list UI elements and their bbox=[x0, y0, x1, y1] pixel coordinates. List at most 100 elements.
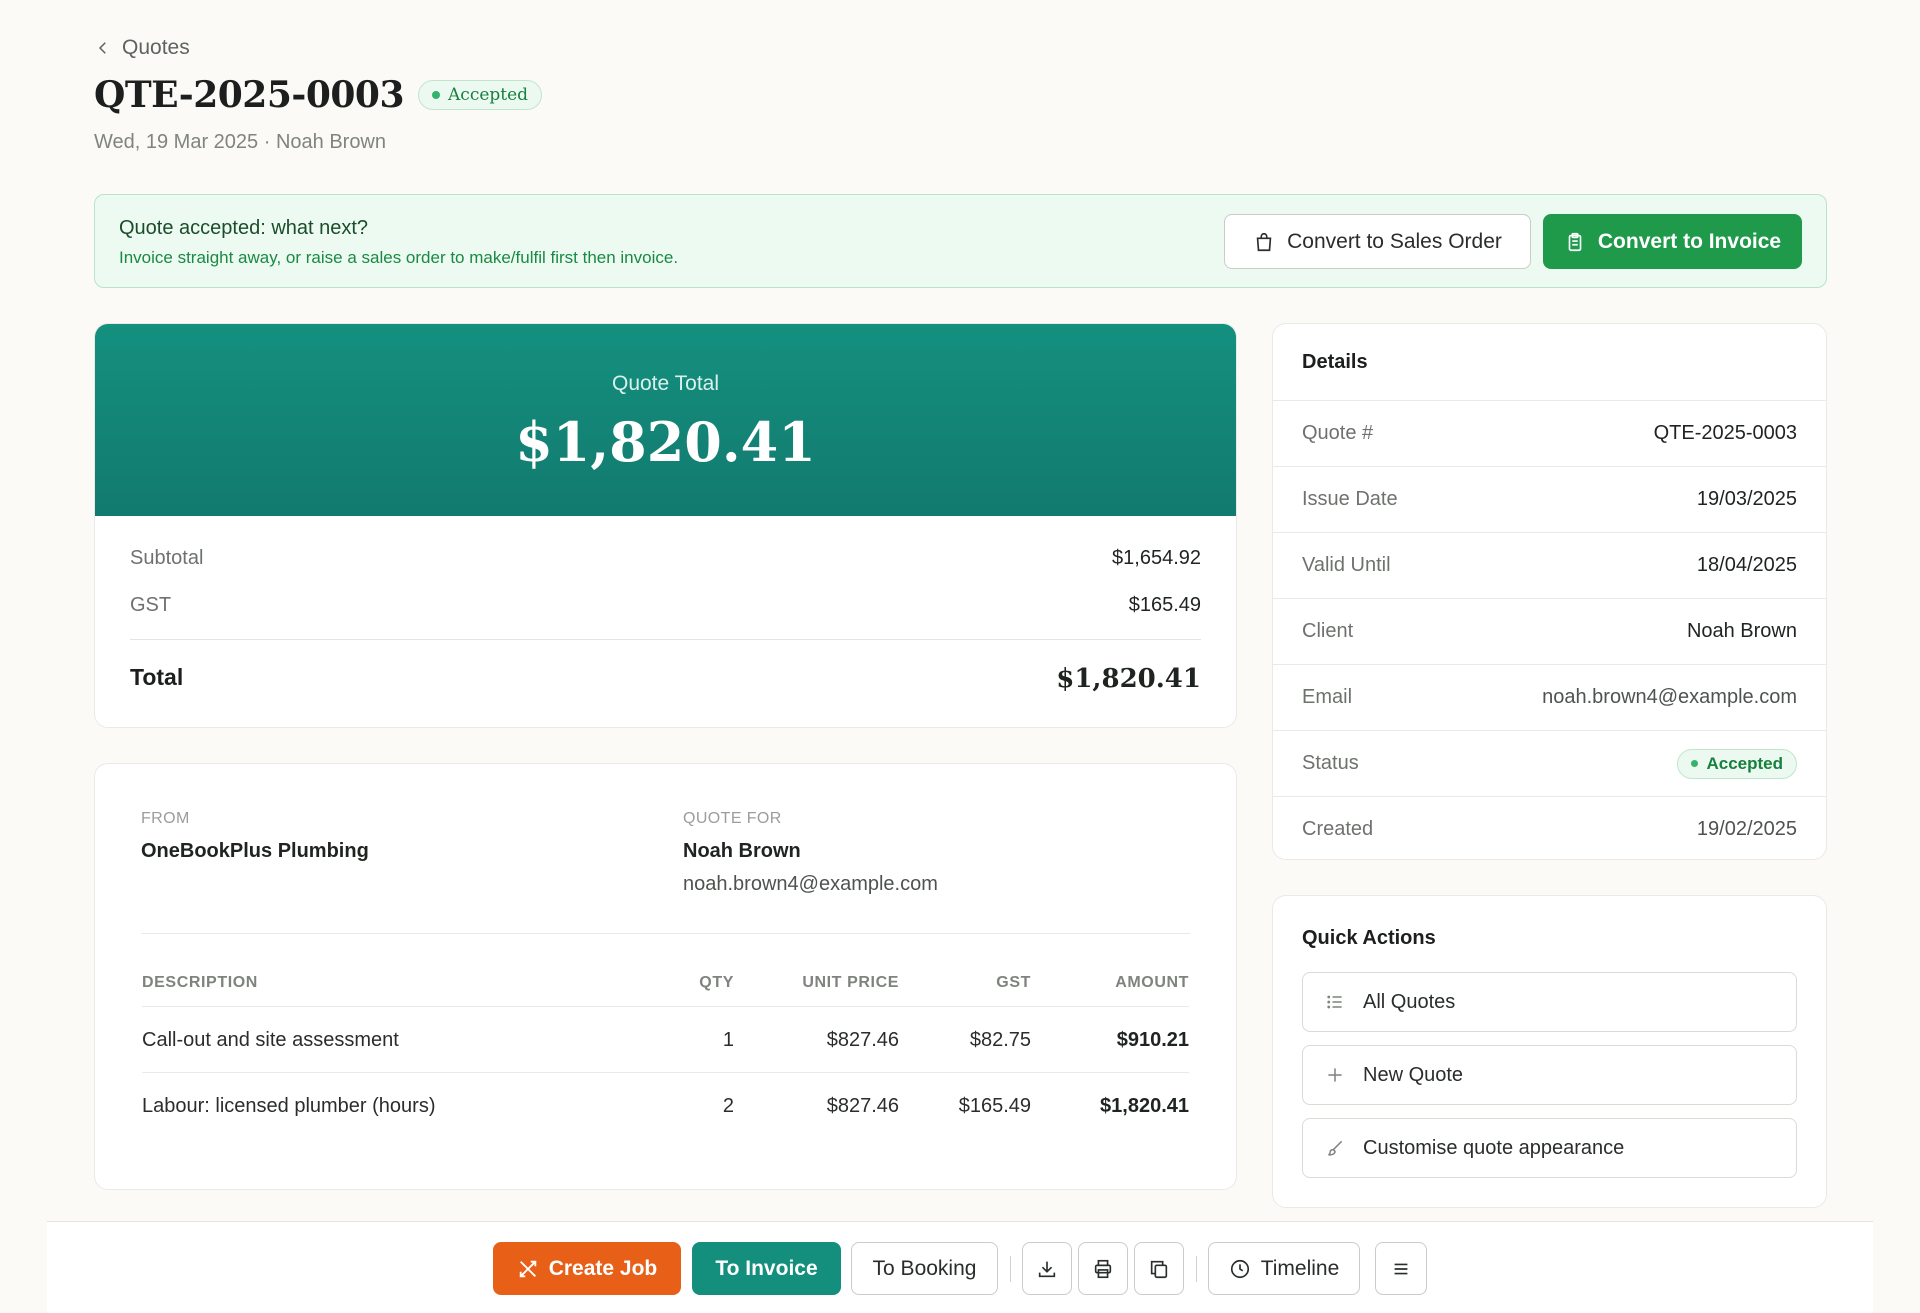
document-divider bbox=[141, 933, 1190, 934]
quote-total-hero: Quote Total $1,820.41 bbox=[95, 324, 1236, 516]
convert-to-invoice-label: Convert to Invoice bbox=[1597, 229, 1782, 253]
convert-to-invoice-button[interactable]: Convert to Invoice bbox=[1543, 214, 1802, 269]
clipboard-icon bbox=[1568, 232, 1582, 251]
to-invoice-button[interactable]: To Invoice bbox=[692, 1242, 841, 1295]
download-icon bbox=[1038, 1261, 1056, 1277]
column-header-qty: QTY bbox=[699, 974, 734, 991]
to-invoice-label: To Invoice bbox=[715, 1256, 818, 1280]
create-job-button[interactable]: Create Job bbox=[493, 1242, 681, 1295]
total-row: Total $1,820.41 bbox=[130, 664, 1201, 694]
details-title: Details bbox=[1302, 351, 1368, 373]
detail-label: Issue Date bbox=[1302, 488, 1398, 510]
detail-row-valid-until: Valid Until 18/04/2025 bbox=[1273, 532, 1826, 598]
cell-qty: 1 bbox=[722, 1029, 734, 1051]
create-job-label: Create Job bbox=[548, 1256, 658, 1280]
quote-for-party: QUOTE FOR Noah Brown noah.brown4@example… bbox=[683, 810, 938, 896]
detail-label: Email bbox=[1302, 686, 1353, 708]
gst-row: GST $165.49 bbox=[130, 594, 1201, 617]
cell-unit-price: $827.46 bbox=[826, 1095, 899, 1117]
detail-row-issue-date: Issue Date 19/03/2025 bbox=[1273, 466, 1826, 532]
customise-quote-appearance-button[interactable]: Customise quote appearance bbox=[1302, 1118, 1797, 1178]
detail-label: Valid Until bbox=[1302, 554, 1391, 576]
cell-gst: $165.49 bbox=[958, 1095, 1031, 1117]
cell-amount: $1,820.41 bbox=[1100, 1095, 1189, 1117]
toolbar-separator bbox=[1010, 1256, 1011, 1282]
table-row: Call-out and site assessment 1 $827.46 $… bbox=[142, 1007, 1189, 1073]
column-header-gst: GST bbox=[996, 974, 1031, 991]
page-subtitle: Wed, 19 Mar 2025 · Noah Brown bbox=[94, 131, 387, 153]
detail-value: QTE-2025-0003 bbox=[1653, 422, 1797, 444]
quote-for-label: QUOTE FOR bbox=[683, 810, 782, 827]
subtotal-label: Subtotal bbox=[130, 547, 204, 569]
toolbar-separator bbox=[1196, 1256, 1197, 1282]
table-header: DESCRIPTION QTY UNIT PRICE GST AMOUNT bbox=[142, 964, 1189, 1007]
accepted-banner: Quote accepted: what next? Invoice strai… bbox=[94, 194, 1827, 288]
new-quote-button[interactable]: New Quote bbox=[1302, 1045, 1797, 1105]
column-header-description: DESCRIPTION bbox=[142, 974, 258, 991]
banner-text: Invoice straight away, or raise a sales … bbox=[119, 248, 679, 267]
quick-actions-title: Quick Actions bbox=[1302, 927, 1436, 949]
quote-document-card: FROM OneBookPlus Plumbing QUOTE FOR Noah… bbox=[94, 763, 1237, 1190]
banner-title: Quote accepted: what next? bbox=[119, 217, 369, 239]
cell-description: Call-out and site assessment bbox=[142, 1029, 399, 1051]
more-menu-button[interactable] bbox=[1375, 1242, 1427, 1295]
total-label: Total bbox=[130, 664, 184, 690]
copy-icon bbox=[1150, 1260, 1168, 1278]
convert-to-sales-order-button[interactable]: Convert to Sales Order bbox=[1224, 214, 1531, 269]
to-booking-button[interactable]: To Booking bbox=[851, 1242, 998, 1295]
table-row: Labour: licensed plumber (hours) 2 $827.… bbox=[142, 1073, 1189, 1139]
duplicate-button[interactable] bbox=[1134, 1242, 1184, 1295]
quote-total-card: Quote Total $1,820.41 Subtotal $1,654.92… bbox=[94, 323, 1237, 728]
detail-row-created: Created 19/02/2025 bbox=[1273, 796, 1826, 859]
back-to-quotes-link[interactable]: Quotes bbox=[94, 36, 190, 60]
detail-label: Client bbox=[1302, 620, 1354, 642]
timeline-label: Timeline bbox=[1260, 1256, 1340, 1280]
gst-label: GST bbox=[130, 594, 172, 616]
new-quote-label: New Quote bbox=[1363, 1063, 1464, 1086]
to-booking-label: To Booking bbox=[872, 1256, 977, 1280]
detail-row-email: Email noah.brown4@example.com bbox=[1273, 664, 1826, 730]
all-quotes-label: All Quotes bbox=[1363, 990, 1456, 1013]
detail-label: Quote # bbox=[1302, 422, 1374, 444]
convert-to-sales-order-label: Convert to Sales Order bbox=[1287, 229, 1502, 253]
chevron-left-icon bbox=[98, 42, 106, 54]
cell-unit-price: $827.46 bbox=[826, 1029, 899, 1051]
status-dot bbox=[1691, 760, 1699, 767]
quote-for-name: Noah Brown bbox=[683, 840, 801, 862]
detail-label: Created bbox=[1302, 818, 1374, 840]
plus-icon bbox=[1328, 1068, 1342, 1082]
back-label: Quotes bbox=[122, 36, 190, 59]
detail-label: Status bbox=[1302, 752, 1359, 774]
cell-amount: $910.21 bbox=[1116, 1029, 1189, 1051]
bottom-action-bar: Create Job To Invoice To Booking Timelin… bbox=[47, 1221, 1873, 1313]
page-title: QTE-2025-0003 bbox=[94, 74, 405, 116]
detail-value: noah.brown4@example.com bbox=[1542, 686, 1797, 708]
detail-value: Noah Brown bbox=[1686, 620, 1797, 642]
subtotal-value: $1,654.92 bbox=[1112, 547, 1201, 569]
print-button[interactable] bbox=[1078, 1242, 1128, 1295]
quote-total-amount: $1,820.41 bbox=[515, 410, 816, 474]
total-value: $1,820.41 bbox=[1056, 664, 1201, 694]
timeline-button[interactable]: Timeline bbox=[1208, 1242, 1360, 1295]
status-badge-label: Accepted bbox=[448, 85, 529, 105]
detail-row-client: Client Noah Brown bbox=[1273, 598, 1826, 664]
gst-value: $165.49 bbox=[1128, 594, 1201, 616]
status-badge: Accepted bbox=[1677, 748, 1797, 779]
column-header-amount: AMOUNT bbox=[1115, 974, 1189, 991]
download-button[interactable] bbox=[1022, 1242, 1072, 1295]
line-items-table: DESCRIPTION QTY UNIT PRICE GST AMOUNT Ca… bbox=[142, 964, 1189, 1139]
quote-for-email: noah.brown4@example.com bbox=[683, 873, 938, 895]
detail-value: 18/04/2025 bbox=[1696, 554, 1797, 576]
brush-icon bbox=[1328, 1140, 1343, 1156]
all-quotes-button[interactable]: All Quotes bbox=[1302, 972, 1797, 1032]
detail-value: 19/03/2025 bbox=[1696, 488, 1797, 510]
menu-icon bbox=[1394, 1263, 1408, 1274]
column-header-unit-price: UNIT PRICE bbox=[802, 974, 899, 991]
status-badge: Accepted bbox=[418, 80, 543, 110]
totals-divider bbox=[130, 639, 1201, 640]
quick-actions-card: Quick Actions All Quotes New Quote Custo… bbox=[1272, 895, 1827, 1208]
from-name: OneBookPlus Plumbing bbox=[141, 840, 369, 862]
detail-row-quote-number: Quote # QTE-2025-0003 bbox=[1273, 400, 1826, 466]
cell-gst: $82.75 bbox=[969, 1029, 1031, 1051]
from-label: FROM bbox=[141, 810, 190, 827]
